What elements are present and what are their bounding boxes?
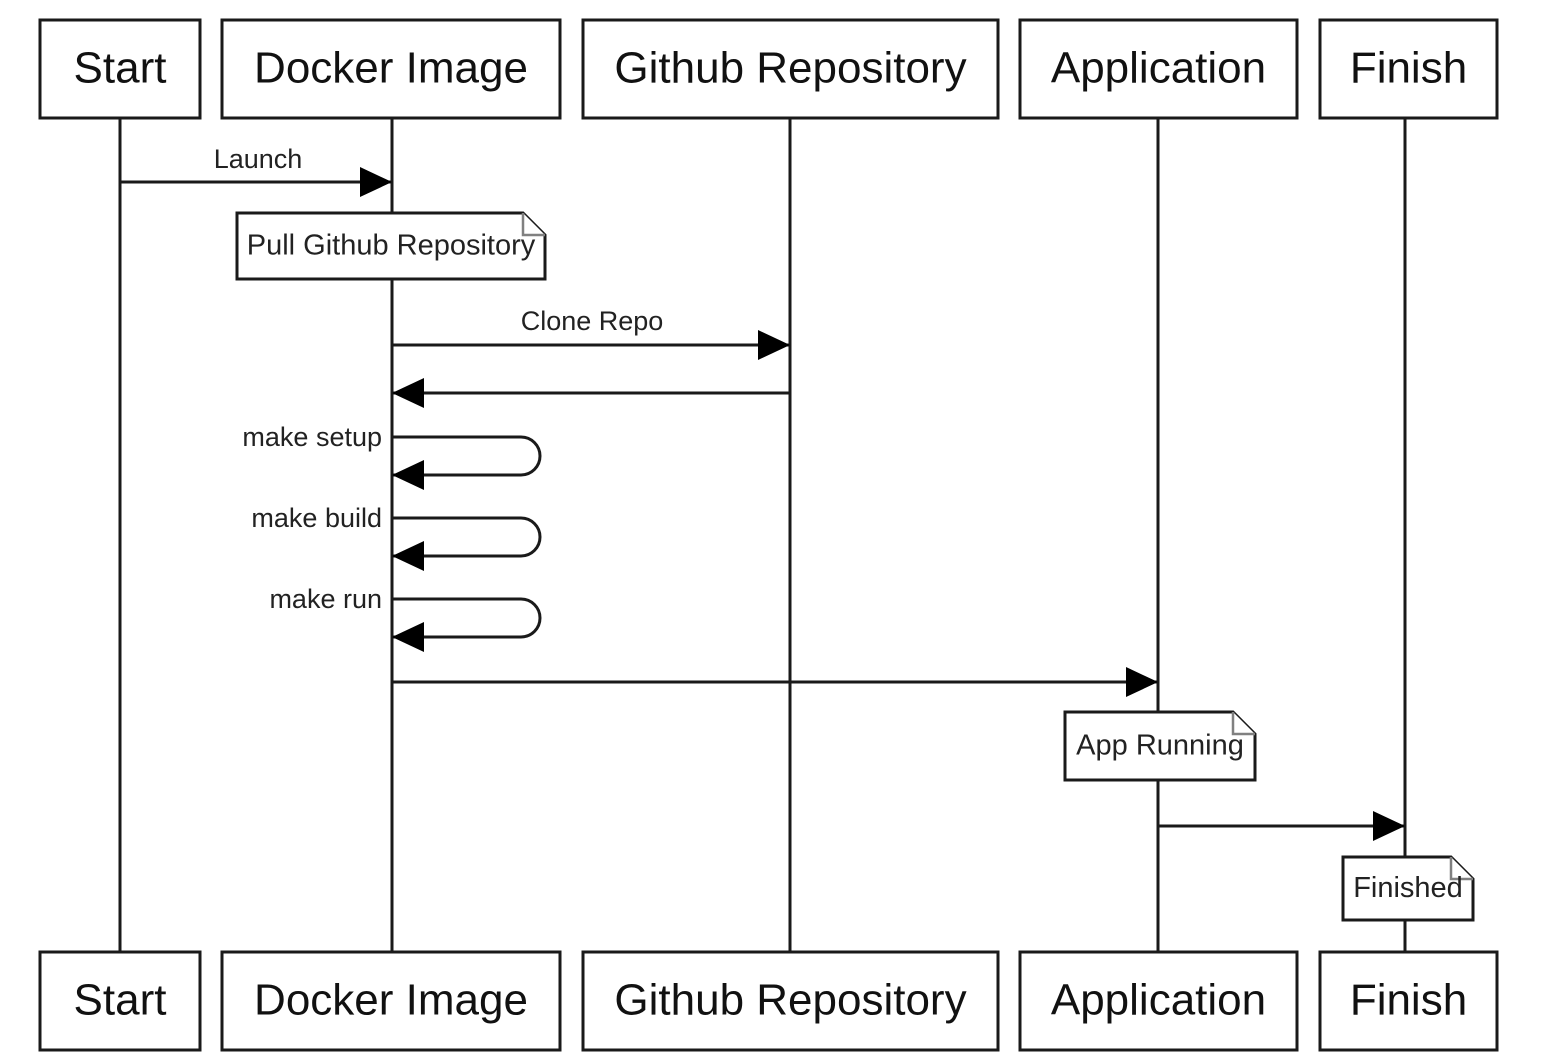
message-label-clone_repo: Clone Repo: [521, 306, 664, 336]
self-call-label-make_run: make run: [269, 584, 382, 614]
arrowhead-make_run-icon: [392, 622, 424, 652]
arrowhead-make_build-icon: [392, 541, 424, 571]
participant-label-application-bottom: Application: [1051, 976, 1266, 1025]
self-call-make_run: make run: [269, 584, 542, 652]
participant-label-finish-bottom: Finish: [1350, 976, 1467, 1025]
arrowhead-launch-icon: [360, 167, 392, 197]
participant-label-application-top: Application: [1051, 44, 1266, 93]
arrowhead-run_application-icon: [1126, 667, 1158, 697]
participant-label-docker_image-top: Docker Image: [254, 44, 528, 93]
sequence-diagram-svg: Launch Clone Repo make setup make build mak…: [38, 18, 1499, 1052]
participant-start-top: Start: [38, 18, 202, 120]
participant-application-bottom: Application: [1018, 950, 1299, 1052]
participant-github_repository-top: Github Repository: [581, 18, 1000, 120]
message-label-launch: Launch: [214, 144, 303, 174]
arrowhead-make_setup-icon: [392, 460, 424, 490]
participant-label-github_repository-bottom: Github Repository: [614, 976, 966, 1025]
message-launch: Launch: [120, 144, 392, 197]
self-call-label-make_setup: make setup: [242, 422, 382, 452]
message-clone_repo_return: [392, 378, 790, 408]
message-clone_repo: Clone Repo: [392, 306, 790, 360]
note-label-app_running: App Running: [1076, 730, 1244, 762]
participant-github_repository-bottom: Github Repository: [581, 950, 1000, 1052]
participant-finish-bottom: Finish: [1318, 950, 1499, 1052]
self-call-make_build: make build: [251, 503, 542, 571]
participant-label-docker_image-bottom: Docker Image: [254, 976, 528, 1025]
participant-finish-top: Finish: [1318, 18, 1499, 120]
arrowhead-clone_repo_return-icon: [392, 378, 424, 408]
participant-label-start-top: Start: [74, 44, 167, 93]
participant-docker_image-bottom: Docker Image: [220, 950, 562, 1052]
self-call-label-make_build: make build: [251, 503, 382, 533]
note-label-pull_github_repository: Pull Github Repository: [247, 230, 536, 262]
note-label-finished: Finished: [1353, 872, 1463, 904]
participant-label-start-bottom: Start: [74, 976, 167, 1025]
message-finish_signal: [1158, 811, 1405, 841]
participant-boxes-layer: Start Docker Image Github Repository Applic…: [38, 18, 1499, 1052]
arrowhead-clone_repo-icon: [758, 330, 790, 360]
note-finished: Finished: [1341, 855, 1475, 922]
participant-docker_image-top: Docker Image: [220, 18, 562, 120]
sequence-diagram-canvas: Launch Clone Repo make setup make build mak…: [0, 0, 1550, 1062]
arrowhead-finish_signal-icon: [1373, 811, 1405, 841]
participant-application-top: Application: [1018, 18, 1299, 120]
participant-label-finish-top: Finish: [1350, 44, 1467, 93]
participant-label-github_repository-top: Github Repository: [614, 44, 966, 93]
message-run_application: [392, 667, 1158, 697]
note-app_running: App Running: [1063, 710, 1257, 782]
note-pull_github_repository: Pull Github Repository: [235, 211, 547, 281]
participant-start-bottom: Start: [38, 950, 202, 1052]
